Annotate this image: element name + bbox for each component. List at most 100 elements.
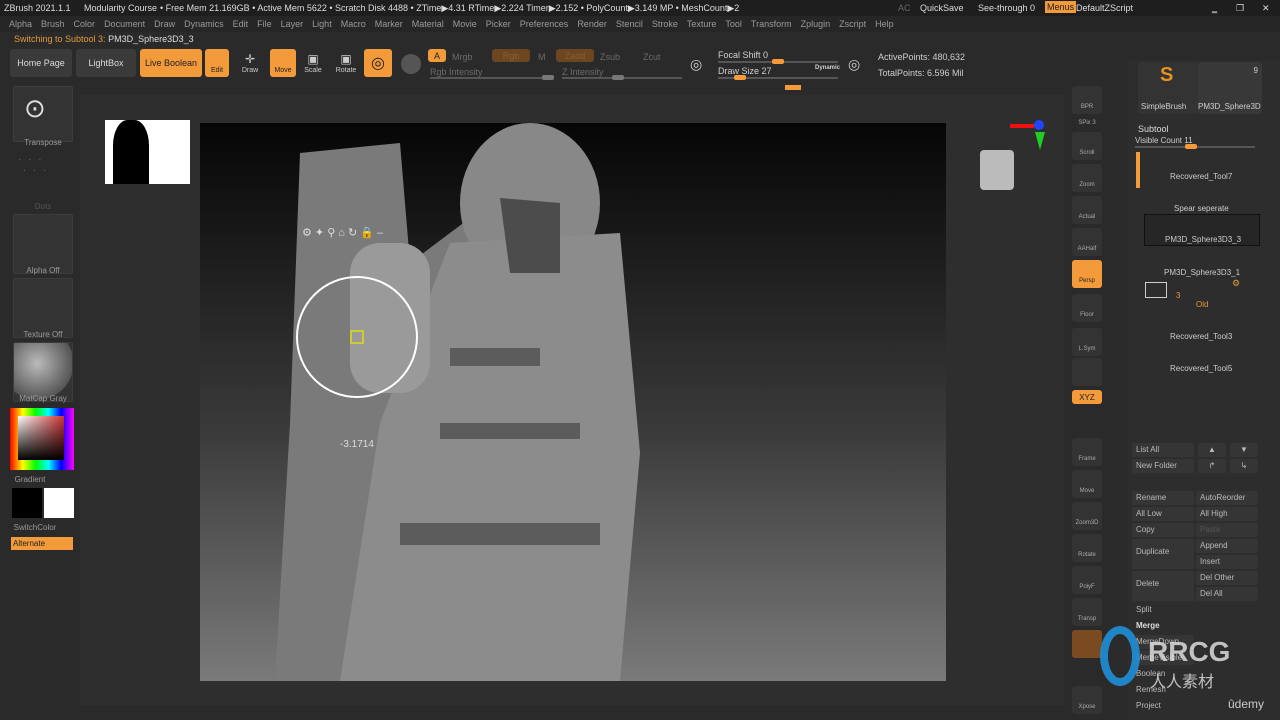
ac-button[interactable]: AC	[898, 3, 911, 13]
alternate-button[interactable]: Alternate	[11, 537, 73, 550]
shelf-button-11[interactable]	[1072, 404, 1102, 418]
shelf-aahalf[interactable]: AAHalf	[1072, 228, 1102, 256]
list-all-button[interactable]: List All	[1132, 443, 1194, 457]
shelf-zoom[interactable]: Zoom	[1072, 164, 1102, 192]
color-picker[interactable]	[10, 408, 74, 470]
see-through-slider[interactable]: See-through 0	[978, 3, 1035, 13]
visible-count-track[interactable]	[1135, 144, 1255, 149]
move-into-folder-button[interactable]: ↱	[1198, 459, 1226, 473]
axis-gizmo-icon[interactable]	[1008, 118, 1048, 158]
subtool-item[interactable]: PM3D_Sphere3D3_1	[1164, 268, 1240, 277]
menu-texture[interactable]: Texture	[687, 19, 717, 29]
menu-file[interactable]: File	[257, 19, 272, 29]
duplicate-button[interactable]: Duplicate	[1132, 539, 1194, 569]
view-cube-icon[interactable]	[980, 150, 1014, 190]
home-page-button[interactable]: Home Page	[10, 49, 72, 77]
visible-count-slider[interactable]: Visible Count 11	[1135, 136, 1193, 145]
tool-thumb[interactable]: 9 PM3D_Sphere3D	[1198, 62, 1262, 114]
shelf-rotate[interactable]: Rotate	[1072, 534, 1102, 562]
menu-alpha[interactable]: Alpha	[9, 19, 32, 29]
menu-edit[interactable]: Edit	[233, 19, 249, 29]
menu-marker[interactable]: Marker	[375, 19, 403, 29]
shelf-zoom3d[interactable]: Zoom3D	[1072, 502, 1102, 530]
menus-button[interactable]: Menus	[1045, 1, 1077, 13]
scale-button[interactable]: ▣ Scale	[301, 51, 325, 79]
m-button[interactable]: M	[538, 52, 546, 62]
shelf-actual[interactable]: Actual	[1072, 196, 1102, 224]
insert-button[interactable]: Insert	[1196, 555, 1258, 569]
menu-stroke[interactable]: Stroke	[652, 19, 678, 29]
all-high-button[interactable]: All High	[1196, 507, 1258, 521]
menu-dynamics[interactable]: Dynamics	[184, 19, 224, 29]
menu-movie[interactable]: Movie	[453, 19, 477, 29]
move-down-button[interactable]: ▼	[1230, 443, 1258, 457]
shelf-l-sym[interactable]: L.Sym	[1072, 328, 1102, 356]
zsub-button[interactable]: Zsub	[600, 52, 620, 62]
close-icon[interactable]: ✕	[1262, 3, 1270, 14]
del-other-button[interactable]: Del Other	[1196, 571, 1258, 585]
menu-transform[interactable]: Transform	[751, 19, 792, 29]
rgb-button[interactable]: Rgb	[492, 49, 530, 62]
lightbox-button[interactable]: LightBox	[76, 49, 136, 77]
rotate-button[interactable]: ▣ Rotate	[334, 51, 358, 79]
shelf-move[interactable]: Move	[1072, 470, 1102, 498]
menu-render[interactable]: Render	[577, 19, 607, 29]
draw-button[interactable]: ✛ Draw	[238, 51, 262, 79]
live-boolean-button[interactable]: Live Boolean	[140, 49, 202, 77]
subtool-item[interactable]: Recovered_Tool3	[1170, 332, 1232, 341]
move-button[interactable]: Move	[270, 49, 296, 77]
del-all-button[interactable]: Del All	[1196, 587, 1258, 601]
document-render[interactable]	[200, 123, 946, 681]
menu-brush[interactable]: Brush	[41, 19, 65, 29]
copy-button[interactable]: Copy	[1132, 523, 1194, 537]
subtool-item[interactable]: Spear seperate	[1174, 204, 1229, 213]
shelf-frame[interactable]: Frame	[1072, 438, 1102, 466]
delete-button[interactable]: Delete	[1132, 571, 1194, 601]
gizmo-toolbar-icons[interactable]: ⚙ ✦ ⚲ ⌂ ↻ 🔒 –	[302, 226, 383, 239]
menu-zplugin[interactable]: Zplugin	[801, 19, 831, 29]
matcap-button[interactable]	[13, 342, 73, 402]
split-section[interactable]: Split	[1132, 603, 1258, 617]
shelf-scroll[interactable]: Scroll	[1072, 132, 1102, 160]
shelf-xyz[interactable]: XYZ	[1072, 390, 1102, 404]
rgb-intensity-track[interactable]	[430, 75, 554, 80]
append-button[interactable]: Append	[1196, 539, 1258, 553]
menu-color[interactable]: Color	[74, 19, 96, 29]
zcut-button[interactable]: Zcut	[643, 52, 661, 62]
all-low-button[interactable]: All Low	[1132, 507, 1194, 521]
folder-icon[interactable]	[1145, 282, 1167, 298]
shelf-floor[interactable]: Floor	[1072, 294, 1102, 322]
tray-handle[interactable]	[785, 85, 801, 90]
simplebrush-thumb[interactable]: S SimpleBrush	[1138, 62, 1198, 114]
subtool-title[interactable]: Subtool	[1138, 124, 1169, 134]
secondary-color[interactable]	[12, 488, 42, 518]
menu-macro[interactable]: Macro	[341, 19, 366, 29]
move-up-button[interactable]: ▲	[1198, 443, 1226, 457]
focal-shift-track[interactable]	[718, 59, 838, 64]
rgb-intensity-slider[interactable]: Rgb Intensity	[430, 67, 483, 77]
shelf-button-12[interactable]	[1072, 418, 1102, 432]
shelf-spix-3[interactable]: SPix 3	[1072, 118, 1102, 132]
shelf-polyf[interactable]: PolyF	[1072, 566, 1102, 594]
main-color[interactable]	[44, 488, 74, 518]
menu-stencil[interactable]: Stencil	[616, 19, 643, 29]
z-intensity-track[interactable]	[562, 75, 682, 80]
minimize-icon[interactable]: ‗	[1212, 3, 1217, 13]
zadd-button[interactable]: Zadd	[556, 49, 594, 62]
subtool-scrollbar[interactable]	[1136, 152, 1140, 188]
shelf-button-9[interactable]	[1072, 358, 1102, 386]
switchcolor-button[interactable]: SwitchColor	[0, 523, 70, 532]
shelf-xpose[interactable]: Xpose	[1072, 686, 1102, 714]
autoreorder-button[interactable]: AutoReorder	[1196, 491, 1258, 505]
dynamic-button[interactable]: Dynamic	[815, 65, 840, 71]
menu-tool[interactable]: Tool	[725, 19, 742, 29]
folder-gear-icon[interactable]: ⚙	[1232, 278, 1240, 289]
draw-size-track[interactable]	[718, 75, 838, 80]
menu-zscript[interactable]: Zscript	[839, 19, 866, 29]
move-out-folder-button[interactable]: ↳	[1230, 459, 1258, 473]
subtool-selected[interactable]: PM3D_Sphere3D3_3	[1144, 214, 1260, 246]
new-folder-button[interactable]: New Folder	[1132, 459, 1194, 473]
navigator-thumbnail[interactable]	[105, 120, 190, 184]
material-sphere-button[interactable]: ◎	[364, 49, 392, 77]
menu-layer[interactable]: Layer	[281, 19, 304, 29]
